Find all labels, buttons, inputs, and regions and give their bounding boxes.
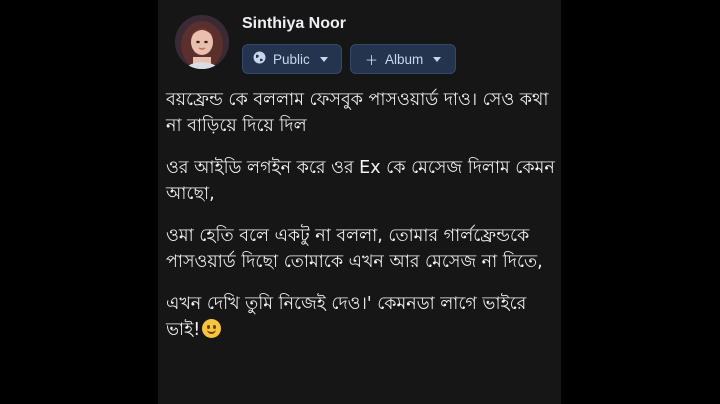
post-paragraph-4: এখন দেখি তুমি নিজেই দেও।' কেমনডা লাগে ভা… bbox=[166, 292, 558, 343]
post-paragraph-1: বয়ফ্রেন্ড কে বললাম ফেসবুক পাসওয়ার্ড দা… bbox=[166, 90, 549, 136]
author-name[interactable]: Sinthiya Noor bbox=[242, 15, 346, 33]
avatar[interactable] bbox=[175, 15, 229, 69]
audience-selector-button[interactable]: Public bbox=[242, 44, 342, 74]
post-panel: Sinthiya Noor Public ＋ Album বয়ফ্রেন্ড … bbox=[158, 0, 561, 404]
album-label: Album bbox=[385, 51, 424, 67]
chevron-down-icon bbox=[433, 56, 442, 62]
smiling-face-emoji-icon bbox=[202, 318, 222, 338]
post-paragraph-2: ওর আইডি লগইন করে ওর Ex কে মেসেজ দিলাম কে… bbox=[166, 158, 555, 204]
post-text: বয়ফ্রেন্ড কে বললাম ফেসবুক পাসওয়ার্ড দা… bbox=[166, 88, 558, 360]
plus-icon: ＋ bbox=[365, 52, 379, 68]
avatar-image bbox=[175, 15, 229, 69]
globe-icon bbox=[253, 51, 266, 67]
chevron-down-icon bbox=[319, 56, 328, 62]
post-paragraph-3: ওমা হেতি বলে একটু না বললা, তোমার গার্লফ্… bbox=[166, 226, 543, 272]
audience-label: Public bbox=[273, 51, 310, 67]
album-button[interactable]: ＋ Album bbox=[350, 44, 456, 74]
